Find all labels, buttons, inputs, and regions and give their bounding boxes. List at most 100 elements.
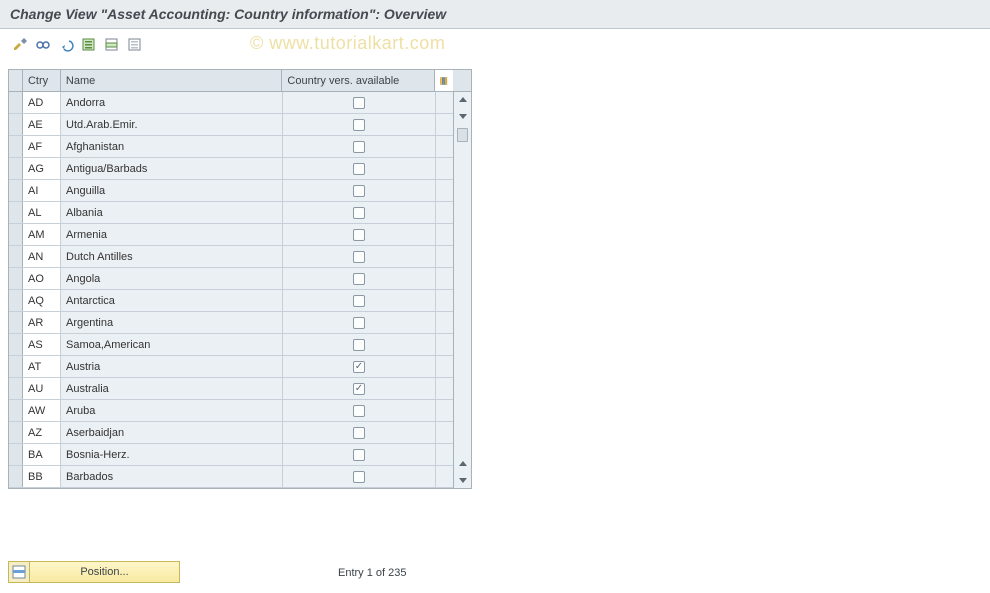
cell-ctry[interactable]: AE xyxy=(23,114,61,135)
cell-name[interactable]: Utd.Arab.Emir. xyxy=(61,114,283,135)
glasses-icon[interactable] xyxy=(33,35,53,55)
cell-ctry[interactable]: AR xyxy=(23,312,61,333)
vertical-scrollbar[interactable] xyxy=(453,92,471,488)
table-row[interactable]: ASSamoa,American xyxy=(9,334,453,356)
table-row[interactable]: ARArgentina xyxy=(9,312,453,334)
cell-ctry[interactable]: AW xyxy=(23,400,61,421)
cell-avail[interactable] xyxy=(283,202,436,223)
cell-ctry[interactable]: AS xyxy=(23,334,61,355)
cell-ctry[interactable]: AF xyxy=(23,136,61,157)
scroll-up-icon[interactable] xyxy=(455,92,471,108)
row-selector[interactable] xyxy=(9,356,23,377)
checkbox-icon[interactable] xyxy=(353,207,365,219)
cell-ctry[interactable]: BA xyxy=(23,444,61,465)
cell-name[interactable]: Dutch Antilles xyxy=(61,246,283,267)
cell-avail[interactable] xyxy=(283,422,436,443)
scroll-thumb[interactable] xyxy=(457,128,468,142)
row-selector[interactable] xyxy=(9,444,23,465)
row-selector[interactable] xyxy=(9,378,23,399)
table-row[interactable]: ALAlbania xyxy=(9,202,453,224)
checkbox-icon[interactable] xyxy=(353,383,365,395)
row-selector[interactable] xyxy=(9,246,23,267)
checkbox-icon[interactable] xyxy=(353,449,365,461)
cell-avail[interactable] xyxy=(283,290,436,311)
table-row[interactable]: BBBarbados xyxy=(9,466,453,488)
table-row[interactable]: AMArmenia xyxy=(9,224,453,246)
table-row[interactable]: AOAngola xyxy=(9,268,453,290)
cell-name[interactable]: Bosnia-Herz. xyxy=(61,444,283,465)
row-selector[interactable] xyxy=(9,400,23,421)
cell-avail[interactable] xyxy=(283,400,436,421)
cell-ctry[interactable]: AZ xyxy=(23,422,61,443)
cell-name[interactable]: Aserbaidjan xyxy=(61,422,283,443)
table-row[interactable]: AQAntarctica xyxy=(9,290,453,312)
table-row[interactable]: AEUtd.Arab.Emir. xyxy=(9,114,453,136)
cell-name[interactable]: Antarctica xyxy=(61,290,283,311)
table-row[interactable]: AZAserbaidjan xyxy=(9,422,453,444)
table-row[interactable]: BABosnia-Herz. xyxy=(9,444,453,466)
scroll-track[interactable] xyxy=(454,124,471,190)
position-icon[interactable] xyxy=(8,561,30,583)
header-avail[interactable]: Country vers. available xyxy=(282,70,435,91)
cell-ctry[interactable]: AO xyxy=(23,268,61,289)
cell-avail[interactable] xyxy=(283,158,436,179)
cell-avail[interactable] xyxy=(283,92,436,113)
checkbox-icon[interactable] xyxy=(353,119,365,131)
table-row[interactable]: AGAntigua/Barbads xyxy=(9,158,453,180)
checkbox-icon[interactable] xyxy=(353,405,365,417)
scroll-up2-icon[interactable] xyxy=(455,456,471,472)
tools-icon[interactable] xyxy=(10,35,30,55)
cell-avail[interactable] xyxy=(283,180,436,201)
cell-ctry[interactable]: AN xyxy=(23,246,61,267)
cell-avail[interactable] xyxy=(283,136,436,157)
cell-ctry[interactable]: AM xyxy=(23,224,61,245)
position-button[interactable]: Position... xyxy=(30,561,180,583)
row-selector[interactable] xyxy=(9,136,23,157)
cell-ctry[interactable]: BB xyxy=(23,466,61,487)
cell-ctry[interactable]: AI xyxy=(23,180,61,201)
table-row[interactable]: AUAustralia xyxy=(9,378,453,400)
row-selector[interactable] xyxy=(9,422,23,443)
row-selector[interactable] xyxy=(9,290,23,311)
checkbox-icon[interactable] xyxy=(353,339,365,351)
row-selector[interactable] xyxy=(9,202,23,223)
cell-avail[interactable] xyxy=(283,268,436,289)
row-selector[interactable] xyxy=(9,158,23,179)
cell-name[interactable]: Aruba xyxy=(61,400,283,421)
cell-name[interactable]: Angola xyxy=(61,268,283,289)
row-selector[interactable] xyxy=(9,334,23,355)
table-row[interactable]: AWAruba xyxy=(9,400,453,422)
cell-name[interactable]: Argentina xyxy=(61,312,283,333)
checkbox-icon[interactable] xyxy=(353,273,365,285)
cell-name[interactable]: Andorra xyxy=(61,92,283,113)
table-row[interactable]: ADAndorra xyxy=(9,92,453,114)
checkbox-icon[interactable] xyxy=(353,97,365,109)
checkbox-icon[interactable] xyxy=(353,471,365,483)
table-row[interactable]: AFAfghanistan xyxy=(9,136,453,158)
cell-name[interactable]: Barbados xyxy=(61,466,283,487)
cell-name[interactable]: Afghanistan xyxy=(61,136,283,157)
table-row[interactable]: AIAnguilla xyxy=(9,180,453,202)
row-selector[interactable] xyxy=(9,224,23,245)
cell-ctry[interactable]: AU xyxy=(23,378,61,399)
table-row[interactable]: ATAustria xyxy=(9,356,453,378)
cell-name[interactable]: Antigua/Barbads xyxy=(61,158,283,179)
cell-name[interactable]: Armenia xyxy=(61,224,283,245)
checkbox-icon[interactable] xyxy=(353,141,365,153)
header-ctry[interactable]: Ctry xyxy=(23,70,61,91)
row-selector[interactable] xyxy=(9,114,23,135)
cell-ctry[interactable]: AG xyxy=(23,158,61,179)
row-selector[interactable] xyxy=(9,312,23,333)
header-name[interactable]: Name xyxy=(61,70,282,91)
cell-avail[interactable] xyxy=(283,466,436,487)
checkbox-icon[interactable] xyxy=(353,229,365,241)
row-selector[interactable] xyxy=(9,180,23,201)
cell-name[interactable]: Samoa,American xyxy=(61,334,283,355)
cell-avail[interactable] xyxy=(283,246,436,267)
cell-ctry[interactable]: AL xyxy=(23,202,61,223)
row-selector[interactable] xyxy=(9,92,23,113)
checkbox-icon[interactable] xyxy=(353,185,365,197)
cell-name[interactable]: Albania xyxy=(61,202,283,223)
table-row[interactable]: ANDutch Antilles xyxy=(9,246,453,268)
cell-name[interactable]: Anguilla xyxy=(61,180,283,201)
